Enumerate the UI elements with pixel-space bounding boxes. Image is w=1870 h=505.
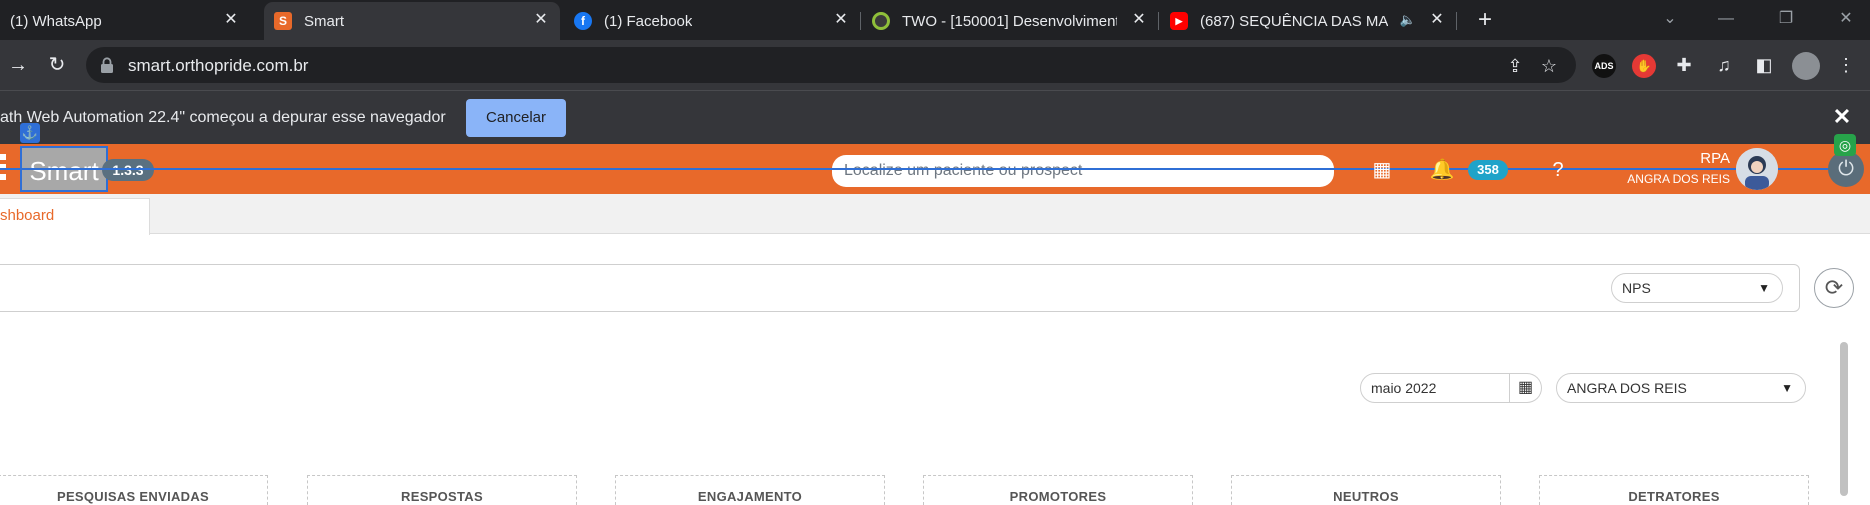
tab-facebook[interactable]: f (1) Facebook ✕ (564, 2, 860, 40)
selection-guide-line (0, 168, 1860, 170)
extensions-puzzle-icon[interactable]: ✚ (1672, 53, 1696, 77)
smart-icon: S (274, 12, 292, 30)
facebook-icon: f (574, 12, 592, 30)
address-bar[interactable]: smart.orthopride.com.br ⇪ ☆ (86, 47, 1576, 83)
close-tab-icon[interactable]: ✕ (1130, 11, 1148, 29)
power-logout-icon[interactable]: ⏻ (1828, 151, 1864, 187)
close-tab-icon[interactable]: ✕ (1428, 11, 1446, 29)
new-tab-button[interactable]: + (1471, 6, 1499, 34)
browser-toolbar: → ↻ smart.orthopride.com.br ⇪ ☆ ADS ✋ ✚ … (0, 40, 1870, 90)
caret-down-icon: ▼ (1758, 281, 1770, 295)
unit-select-value: ANGRA DOS REIS (1567, 380, 1687, 396)
unit-select[interactable]: ANGRA DOS REIS ▼ (1556, 373, 1806, 403)
debugging-infobar: ath Web Automation 22.4" começou a depur… (0, 90, 1870, 144)
calendar-picker-icon[interactable]: ▦ (1510, 373, 1542, 403)
bookmark-star-icon[interactable]: ☆ (1538, 55, 1560, 77)
cancel-button[interactable]: Cancelar (466, 99, 566, 137)
two-icon (872, 12, 890, 30)
browser-menu-icon[interactable]: ⋮ (1834, 53, 1858, 77)
kpi-card: ENGAJAMENTO (615, 475, 885, 505)
kpi-card: NEUTROS (1231, 475, 1501, 505)
metric-select[interactable]: NPS ▼ (1611, 273, 1783, 303)
tab-separator (1456, 12, 1457, 30)
close-infobar-icon[interactable]: ✕ (1830, 105, 1854, 129)
close-tab-icon[interactable]: ✕ (222, 11, 240, 29)
tab-youtube[interactable]: ▶ (687) SEQUÊNCIA DAS MAIS 🔈 ✕ (1160, 2, 1456, 40)
tab-title: (687) SEQUÊNCIA DAS MAIS (1200, 12, 1388, 30)
scrollbar-thumb[interactable] (1840, 342, 1848, 496)
close-tab-icon[interactable]: ✕ (832, 11, 850, 29)
anchor-icon: ⚓ (20, 123, 40, 143)
version-badge: 1.3.3 (102, 159, 154, 181)
bell-icon[interactable]: 🔔 (1428, 156, 1456, 184)
ads-extension-icon[interactable]: ADS (1592, 54, 1616, 78)
metric-select-value: NPS (1622, 280, 1651, 296)
tab-title: TWO - [150001] Desenvolvimento (902, 12, 1117, 30)
hand-extension-icon[interactable]: ✋ (1632, 54, 1656, 78)
notification-count-badge: 358 (1468, 160, 1508, 180)
month-value: maio 2022 (1371, 380, 1437, 396)
avatar-image (1736, 148, 1778, 190)
month-field[interactable]: maio 2022 (1360, 373, 1510, 403)
caret-down-icon: ▼ (1781, 381, 1793, 395)
app-header: Smart ⚓ 1.3.3 ▦ 🔔 358 ? RPA ANGRA DOS RE… (0, 123, 1870, 194)
target-icon: ◎ (1834, 134, 1856, 156)
tab-separator (1158, 12, 1159, 30)
url-text: smart.orthopride.com.br (128, 56, 309, 75)
kpi-label: DETRATORES (1628, 489, 1720, 504)
close-tab-icon[interactable]: ✕ (532, 11, 550, 29)
audio-playing-icon[interactable]: 🔈 (1400, 12, 1416, 28)
user-avatar[interactable] (1736, 148, 1778, 190)
kpi-label: PROMOTORES (1009, 489, 1107, 504)
tab-title: (1) Facebook (604, 12, 693, 30)
kpi-label: NEUTROS (1333, 489, 1399, 504)
refresh-icon[interactable]: ⟳ (1814, 268, 1854, 308)
lock-icon (101, 57, 113, 73)
profile-avatar[interactable] (1792, 52, 1820, 80)
kpi-card: DETRATORES (1539, 475, 1809, 505)
kpi-card: PROMOTORES (923, 475, 1193, 505)
minimize-button[interactable]: — (1706, 4, 1746, 34)
tab-whatsapp[interactable]: (1) WhatsApp ✕ (0, 2, 250, 40)
tab-title: (1) WhatsApp (10, 12, 102, 30)
patient-search-input[interactable] (844, 159, 1314, 183)
filter-card: NPS ▼ (0, 264, 1800, 312)
youtube-icon: ▶ (1170, 12, 1188, 30)
patient-search[interactable] (832, 155, 1334, 187)
tab-smart[interactable]: S Smart ✕ (264, 2, 560, 40)
side-panel-icon[interactable]: ◧ (1752, 53, 1776, 77)
tab-two[interactable]: TWO - [150001] Desenvolvimento ✕ (862, 2, 1158, 40)
tab-search-chevron-icon[interactable]: ⌄ (1650, 4, 1690, 34)
kpi-label: ENGAJAMENTO (697, 489, 803, 504)
share-icon[interactable]: ⇪ (1504, 55, 1526, 77)
close-window-button[interactable]: ✕ (1826, 4, 1866, 34)
page-tabs: shboard (0, 194, 1870, 235)
kpi-label: RESPOSTAS (401, 489, 483, 504)
kpi-card: PESQUISAS ENVIADAS (0, 475, 268, 505)
reload-icon[interactable]: ↻ (43, 51, 71, 79)
tab-separator (860, 12, 861, 30)
kpi-label: PESQUISAS ENVIADAS (56, 489, 210, 504)
kpi-card: RESPOSTAS (307, 475, 577, 505)
browser-tab-strip: (1) WhatsApp ✕ S Smart ✕ f (1) Facebook … (0, 0, 1870, 40)
media-control-icon[interactable]: ♫ (1712, 53, 1736, 77)
help-icon[interactable]: ? (1544, 156, 1572, 184)
infobar-message: ath Web Automation 22.4" começou a depur… (0, 109, 446, 126)
tab-dashboard[interactable]: shboard (0, 198, 150, 235)
calendar-icon[interactable]: ▦ (1368, 156, 1396, 184)
restore-button[interactable]: ❐ (1766, 4, 1806, 34)
forward-icon[interactable]: → (4, 51, 32, 79)
tab-title: Smart (304, 12, 345, 30)
user-unit: ANGRA DOS REIS (1627, 172, 1730, 186)
user-name: RPA (1700, 150, 1730, 167)
